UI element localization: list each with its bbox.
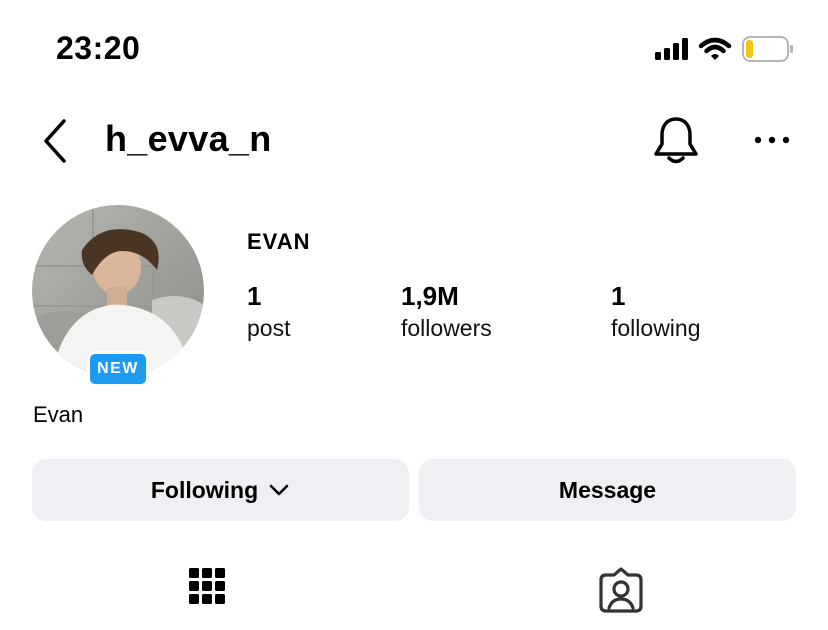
- status-time: 23:20: [56, 30, 141, 66]
- bell-icon: [654, 117, 698, 164]
- message-button[interactable]: Message: [419, 459, 796, 521]
- followers-count: 1,9M: [401, 281, 459, 311]
- chevron-left-icon: [44, 119, 66, 163]
- bio-name: Evan: [33, 402, 84, 427]
- posts-count: 1: [247, 281, 262, 311]
- more-horizontal-icon: [754, 136, 790, 144]
- new-story-badge[interactable]: NEW: [87, 351, 149, 387]
- following-button[interactable]: Following: [32, 459, 409, 521]
- battery-low-icon: [742, 36, 793, 62]
- more-options-button[interactable]: [752, 124, 792, 154]
- stat-followers[interactable]: 1,9M followers: [401, 282, 492, 346]
- followers-label: followers: [401, 315, 492, 341]
- grid-icon: [189, 568, 225, 604]
- tagged-person-icon: [599, 567, 643, 613]
- posts-label: post: [247, 315, 291, 341]
- status-icons: [655, 36, 794, 62]
- wifi-icon: [698, 37, 732, 60]
- chevron-down-icon: [269, 484, 289, 496]
- profile-username: h_evva_n: [105, 118, 272, 159]
- message-button-label: Message: [558, 476, 657, 503]
- tab-tagged[interactable]: [598, 566, 644, 616]
- cellular-signal-icon: [655, 38, 688, 60]
- following-label: following: [611, 315, 701, 341]
- following-count: 1: [611, 281, 626, 311]
- back-button[interactable]: [38, 116, 74, 166]
- stat-following[interactable]: 1 following: [611, 282, 701, 346]
- display-name: EVAN: [247, 229, 311, 254]
- notifications-button[interactable]: [652, 114, 700, 166]
- following-button-label: Following: [150, 476, 259, 503]
- tab-posts-grid[interactable]: [188, 566, 226, 612]
- stat-posts[interactable]: 1 post: [247, 282, 290, 346]
